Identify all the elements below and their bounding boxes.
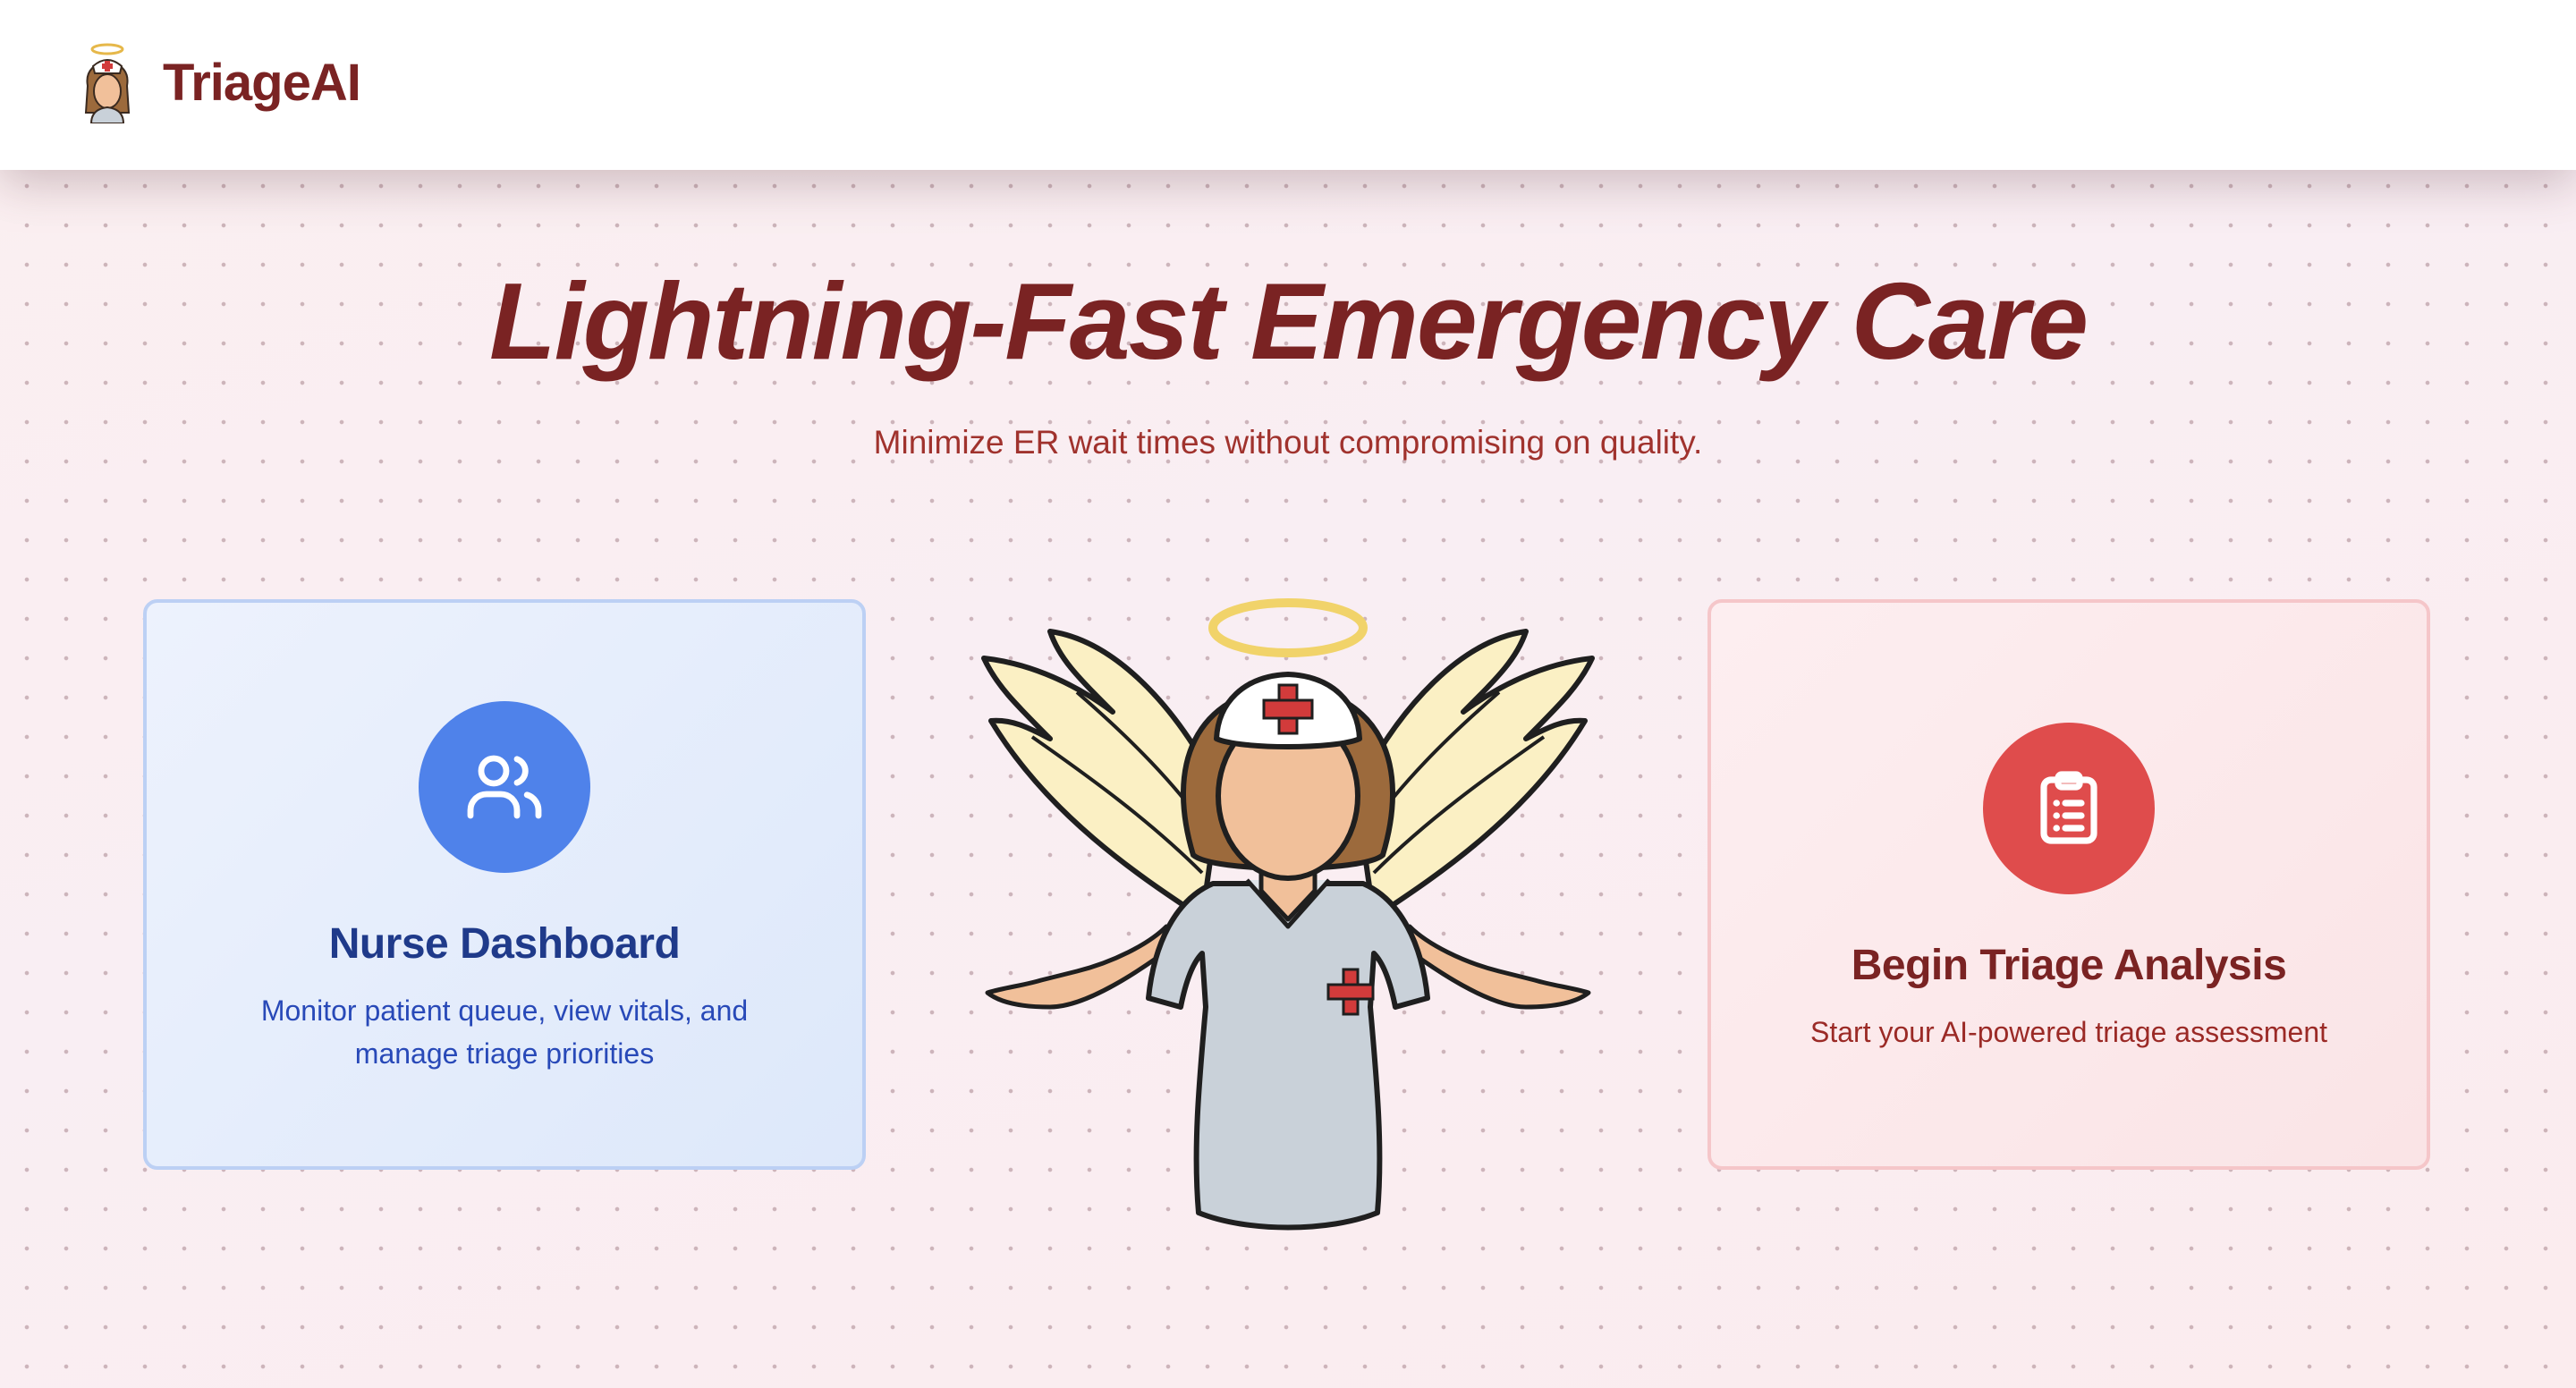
nurse-dashboard-description: Monitor patient queue, view vitals, and … <box>260 994 749 1070</box>
halo <box>1208 598 1368 657</box>
top-navigation-bar: TriageAI <box>0 0 2576 170</box>
clipboard-list-icon <box>2040 771 2097 844</box>
begin-triage-description: Start your AI-powered triage assessment <box>1809 1016 2328 1048</box>
nurse-dashboard-card[interactable]: Nurse Dashboard Monitor patient queue, v… <box>143 599 866 1170</box>
begin-triage-card[interactable]: Begin Triage Analysis Start your AI-powe… <box>1707 599 2430 1170</box>
nurse-dashboard-icon-circle <box>419 701 590 873</box>
begin-triage-title: Begin Triage Analysis <box>1851 942 2287 989</box>
angel-nurse-illustration <box>981 598 1595 1231</box>
begin-triage-icon-circle <box>1983 723 2155 894</box>
users-icon <box>467 755 542 819</box>
nurse-dashboard-title: Nurse Dashboard <box>328 920 681 968</box>
brand-link[interactable]: TriageAI <box>79 41 361 123</box>
app-name: TriageAI <box>163 53 361 112</box>
nurse-dress <box>1146 881 1430 1231</box>
hero-subtitle: Minimize ER wait times without compromis… <box>873 424 1703 461</box>
hero-title: Lightning-Fast Emergency Care <box>489 260 2089 382</box>
angel-nurse-icon <box>84 43 131 123</box>
